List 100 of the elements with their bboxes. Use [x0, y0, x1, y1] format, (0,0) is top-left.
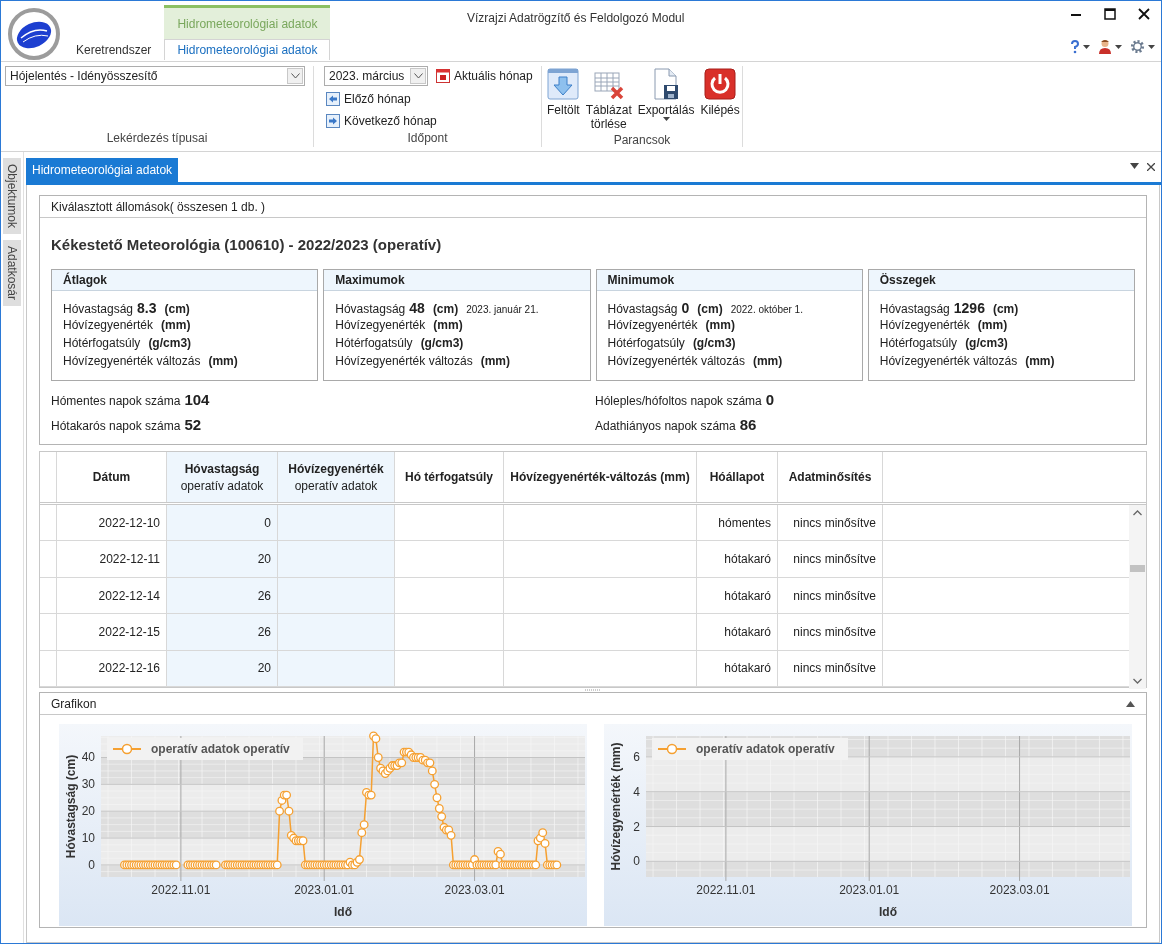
count-label: Hómentes napok száma: [51, 394, 181, 408]
axis-tick-label: 6: [632, 749, 640, 764]
count-value: 86: [739, 416, 757, 433]
legend-label: operatív adatok operatív: [695, 742, 835, 756]
column-header[interactable]: Hóvízegyenérték-változás (mm): [504, 452, 697, 502]
count-label: Hótakarós napok száma: [51, 419, 181, 433]
column-header[interactable]: Hóállapot: [697, 452, 778, 502]
panel-header: Grafikon: [51, 696, 98, 711]
table-cell: hótakaró: [697, 650, 778, 688]
stat-date: 2022. október 1.: [730, 304, 803, 315]
table-cell: nincs minősítve: [778, 650, 883, 688]
table-cell: nincs minősítve: [778, 541, 883, 578]
axis-title: Hóvastagság (cm): [64, 754, 78, 859]
stat-unit: (cm): [164, 302, 190, 316]
stat-unit: (mm): [433, 318, 463, 332]
ribbon-tab[interactable]: Keretrendszer: [63, 39, 165, 60]
table-cell: 20: [167, 650, 278, 688]
stat-unit: (mm): [705, 318, 735, 332]
axis-tick-label: 0: [632, 854, 640, 869]
table-cell: hótakaró: [697, 577, 778, 615]
contextual-tab-group-label: Hidrometeorológiai adatok: [164, 5, 331, 39]
stat-label: Hóvastagság: [335, 302, 406, 316]
stat-unit: (mm): [1025, 354, 1055, 368]
table-cell: 0: [167, 505, 278, 542]
stat-unit: (cm): [697, 302, 723, 316]
axis-tick-label: 2023.01.01: [838, 883, 899, 897]
count-label: Hóleples/hófoltos napok száma: [595, 394, 762, 408]
window-title: Vízrajzi Adatrögzítő és Feldolgozó Modul: [466, 10, 686, 27]
ribbon-button[interactable]: Táblázat törlése: [584, 66, 633, 133]
stat-unit: (cm): [992, 302, 1019, 316]
table-cell: nincs minősítve: [778, 577, 883, 615]
stat-label: Hóvízegyenérték: [879, 318, 970, 332]
stat-date: 2023. január 21.: [466, 304, 539, 315]
table-cell: hótakaró: [697, 614, 778, 651]
ribbon-group-label: Parancsok: [612, 133, 672, 147]
panel-header: Kiválasztott állomások( összesen 1 db. ): [51, 199, 267, 214]
station-title: Kékestető Meteorológia (100610) - 2022/2023 (operatív): [50, 235, 443, 255]
side-panel-tab[interactable]: Objektumok: [3, 158, 21, 235]
count-value: 104: [184, 391, 210, 408]
previous-month-button[interactable]: Előző hónap: [324, 90, 537, 108]
stat-label: Hóvízegyenérték változás: [607, 354, 745, 368]
stat-label: Hóvastagság: [63, 302, 134, 316]
current-month-button[interactable]: Aktuális hónap: [434, 67, 535, 85]
table-cell: 26: [167, 614, 278, 651]
card-title: Maximumok: [335, 273, 405, 287]
document-tab[interactable]: Hidrometeorológiai adatok: [26, 158, 179, 182]
stat-label: Hóvízegyenérték: [63, 318, 154, 332]
ribbon-button[interactable]: Feltölt: [546, 66, 581, 133]
stat-unit: (g/cm3): [965, 336, 1008, 350]
axis-tick-label: 20: [81, 804, 95, 819]
query-type-dropdown[interactable]: Hójelentés - Idényösszesítő: [5, 66, 305, 86]
stat-label: Hóvízegyenérték: [607, 318, 698, 332]
stat-value: 8.3: [137, 300, 157, 316]
stat-unit: (mm): [161, 318, 191, 332]
next-month-button[interactable]: Következő hónap: [324, 112, 537, 130]
axis-title: Idő: [334, 905, 352, 919]
card-title: Minimumok: [607, 273, 675, 287]
axis-tick-label: 2: [632, 819, 640, 834]
stat-unit: (mm): [752, 354, 783, 368]
axis-tick-label: 2023.03.01: [444, 883, 505, 897]
stat-label: Hótérfogatsúly: [879, 336, 958, 350]
card-title: Összegek: [879, 273, 936, 287]
stat-label: Hótérfogatsúly: [607, 336, 685, 350]
stat-label: Hótérfogatsúly: [335, 336, 413, 350]
stat-label: Hóvízegyenérték változás: [63, 354, 201, 368]
side-panel-tab[interactable]: Adatkosár: [3, 240, 21, 307]
ribbon-button[interactable]: Exportálás: [636, 66, 696, 133]
column-header[interactable]: Hóvastagság operatív adatok: [167, 452, 278, 502]
column-header[interactable]: Adatminősítés: [778, 452, 883, 502]
axis-tick-label: 2022.11.01: [151, 883, 211, 897]
table-cell: 20: [167, 541, 278, 578]
column-header[interactable]: Hó térfogatsúly: [395, 452, 504, 502]
stat-value: 1296: [953, 300, 985, 316]
column-header[interactable]: Hóvízegyenérték operatív adatok: [278, 452, 395, 502]
table-cell: 26: [167, 577, 278, 615]
count-label: Adathiányos napok száma: [595, 419, 736, 433]
stat-unit: (g/cm3): [148, 336, 192, 350]
axis-tick-label: 10: [81, 831, 95, 846]
stat-label: Hóvastagság: [879, 302, 950, 316]
legend-label: operatív adatok operatív: [151, 742, 290, 756]
stat-label: Hóvízegyenérték: [335, 318, 426, 332]
stat-label: Hótérfogatsúly: [63, 336, 141, 350]
table-cell: hómentes: [697, 505, 778, 542]
axis-title: Hóvízegyenérték (mm): [608, 742, 623, 871]
ribbon-group-label: Lekérdezés típusai: [105, 131, 209, 147]
month-dropdown[interactable]: 2023. március: [324, 66, 428, 86]
ribbon-button[interactable]: Kilépés: [699, 66, 741, 133]
stat-unit: (mm): [480, 354, 510, 368]
axis-title: Idő: [878, 905, 897, 919]
stat-label: Hóvízegyenérték változás: [879, 354, 1018, 368]
table-cell: nincs minősítve: [778, 614, 883, 651]
axis-tick-label: 0: [88, 857, 95, 872]
axis-tick-label: 2023.01.01: [294, 883, 355, 897]
table-cell: nincs minősítve: [778, 505, 883, 542]
ribbon-tab[interactable]: Hidrometeorológiai adatok: [164, 39, 331, 60]
count-value: 52: [184, 416, 202, 433]
axis-tick-label: 2023.03.01: [989, 883, 1050, 897]
stat-unit: (g/cm3): [692, 336, 736, 350]
table-cell: hótakaró: [697, 541, 778, 578]
stat-value: 48: [409, 300, 425, 316]
